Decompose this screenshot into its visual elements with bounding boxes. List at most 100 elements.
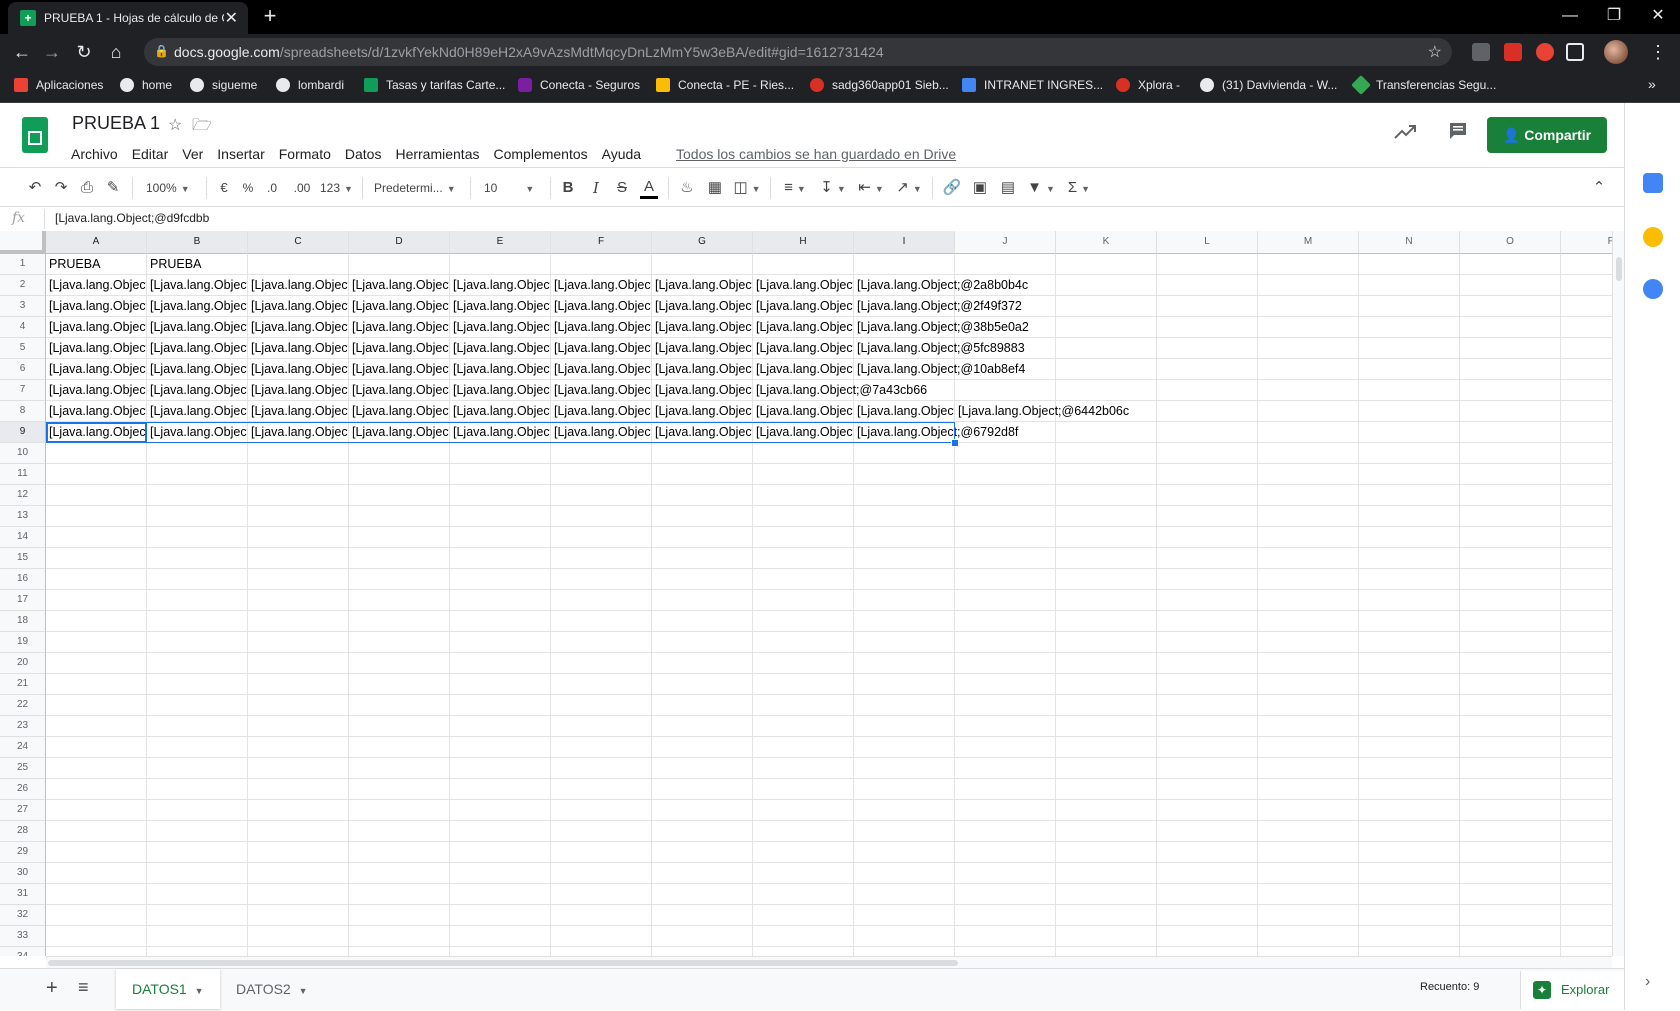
cell[interactable] — [248, 674, 349, 695]
cell[interactable]: [Ljava.lang.Object;@ — [753, 359, 854, 380]
cell[interactable] — [248, 842, 349, 863]
cell[interactable] — [1460, 359, 1561, 380]
cell[interactable] — [1157, 296, 1258, 317]
cell[interactable] — [450, 863, 551, 884]
cell[interactable] — [147, 527, 248, 548]
column-header[interactable]: I — [854, 231, 955, 254]
cell[interactable] — [1561, 821, 1612, 842]
cell[interactable] — [46, 464, 147, 485]
cell[interactable] — [1056, 359, 1157, 380]
cell[interactable] — [1359, 338, 1460, 359]
cell[interactable] — [1258, 254, 1359, 275]
cell[interactable] — [1359, 275, 1460, 296]
row-header[interactable]: 4 — [0, 317, 46, 338]
cell[interactable] — [652, 653, 753, 674]
cell[interactable] — [551, 443, 652, 464]
row-header[interactable]: 23 — [0, 716, 46, 737]
cell[interactable] — [854, 590, 955, 611]
cell[interactable] — [1460, 800, 1561, 821]
save-status-link[interactable]: Todos los cambios se han guardado en Dri… — [676, 143, 956, 165]
row-header[interactable]: 24 — [0, 737, 46, 758]
cell[interactable] — [450, 590, 551, 611]
cell[interactable] — [147, 569, 248, 590]
cell[interactable] — [753, 884, 854, 905]
cell[interactable] — [1258, 485, 1359, 506]
cell[interactable] — [1157, 695, 1258, 716]
menu-complementos[interactable]: Complementos — [486, 143, 594, 165]
cell[interactable] — [450, 884, 551, 905]
cell[interactable] — [450, 653, 551, 674]
cell[interactable] — [1561, 317, 1612, 338]
cell[interactable] — [955, 716, 1056, 737]
cell[interactable] — [450, 947, 551, 956]
cell[interactable] — [1460, 905, 1561, 926]
cell[interactable] — [1056, 926, 1157, 947]
cell[interactable] — [450, 443, 551, 464]
cell[interactable]: [Ljava.lang.Object;@ — [349, 296, 450, 317]
cell[interactable] — [1460, 569, 1561, 590]
cell[interactable]: [Ljava.lang.Object;@ — [652, 422, 753, 443]
cell[interactable] — [1359, 926, 1460, 947]
cell[interactable] — [450, 632, 551, 653]
back-icon[interactable]: ← — [10, 40, 34, 64]
cell[interactable] — [248, 611, 349, 632]
menu-archivo[interactable]: Archivo — [64, 143, 125, 165]
cell[interactable] — [46, 632, 147, 653]
cell[interactable] — [46, 716, 147, 737]
cell[interactable]: [Ljava.lang.Object;@ — [652, 317, 753, 338]
cell[interactable] — [147, 737, 248, 758]
redo-icon[interactable]: ↷ — [52, 177, 70, 199]
cell[interactable] — [1460, 485, 1561, 506]
cell[interactable] — [753, 926, 854, 947]
vertical-scroll-thumb[interactable] — [1616, 257, 1622, 281]
row-header[interactable]: 21 — [0, 674, 46, 695]
extension-shield-icon[interactable] — [1472, 43, 1490, 61]
cell[interactable] — [1561, 695, 1612, 716]
cell[interactable] — [1157, 842, 1258, 863]
cell[interactable] — [1258, 506, 1359, 527]
menu-herramientas[interactable]: Herramientas — [388, 143, 486, 165]
paint-format-icon[interactable]: ✎ — [104, 177, 122, 199]
calendar-icon[interactable] — [1643, 173, 1663, 193]
cell[interactable] — [450, 716, 551, 737]
cell[interactable] — [753, 674, 854, 695]
cell[interactable] — [1258, 674, 1359, 695]
cell[interactable] — [753, 842, 854, 863]
bookmark-star-icon[interactable]: ☆ — [1428, 42, 1442, 62]
cell[interactable] — [1157, 485, 1258, 506]
cell[interactable] — [1561, 359, 1612, 380]
column-header[interactable]: G — [652, 231, 753, 254]
cell[interactable] — [450, 821, 551, 842]
cell[interactable] — [46, 821, 147, 842]
cell[interactable] — [1157, 926, 1258, 947]
cell[interactable] — [46, 926, 147, 947]
cell[interactable] — [1056, 254, 1157, 275]
star-icon[interactable]: ☆ — [168, 115, 182, 135]
cell[interactable]: [Ljava.lang.Object;@6792d8f — [854, 422, 1018, 443]
cell[interactable] — [753, 863, 854, 884]
row-header[interactable]: 18 — [0, 611, 46, 632]
bookmarks-overflow[interactable]: » — [1648, 76, 1656, 92]
horizontal-align-icon[interactable]: ≡ ▼ — [780, 177, 810, 199]
cell[interactable]: [Ljava.lang.Object;@ — [551, 317, 652, 338]
text-wrap-icon[interactable]: ⇤ ▼ — [856, 177, 886, 199]
cell[interactable] — [1056, 464, 1157, 485]
cell[interactable] — [955, 947, 1056, 956]
cell[interactable] — [1056, 674, 1157, 695]
text-color-button[interactable]: A — [640, 177, 658, 199]
bookmark-transferencias[interactable]: Transferencias Segu... — [1351, 75, 1496, 95]
bookmark-intranet[interactable]: INTRANET INGRES... — [962, 78, 1103, 92]
cell[interactable] — [955, 506, 1056, 527]
row-header[interactable]: 26 — [0, 779, 46, 800]
cell[interactable] — [349, 527, 450, 548]
cell[interactable] — [753, 653, 854, 674]
cell[interactable] — [248, 716, 349, 737]
cell[interactable] — [753, 254, 854, 275]
cell[interactable] — [955, 443, 1056, 464]
cell[interactable] — [349, 884, 450, 905]
cell[interactable] — [551, 800, 652, 821]
cell[interactable] — [147, 926, 248, 947]
cell[interactable] — [652, 821, 753, 842]
cell[interactable] — [248, 254, 349, 275]
menu-datos[interactable]: Datos — [338, 143, 389, 165]
